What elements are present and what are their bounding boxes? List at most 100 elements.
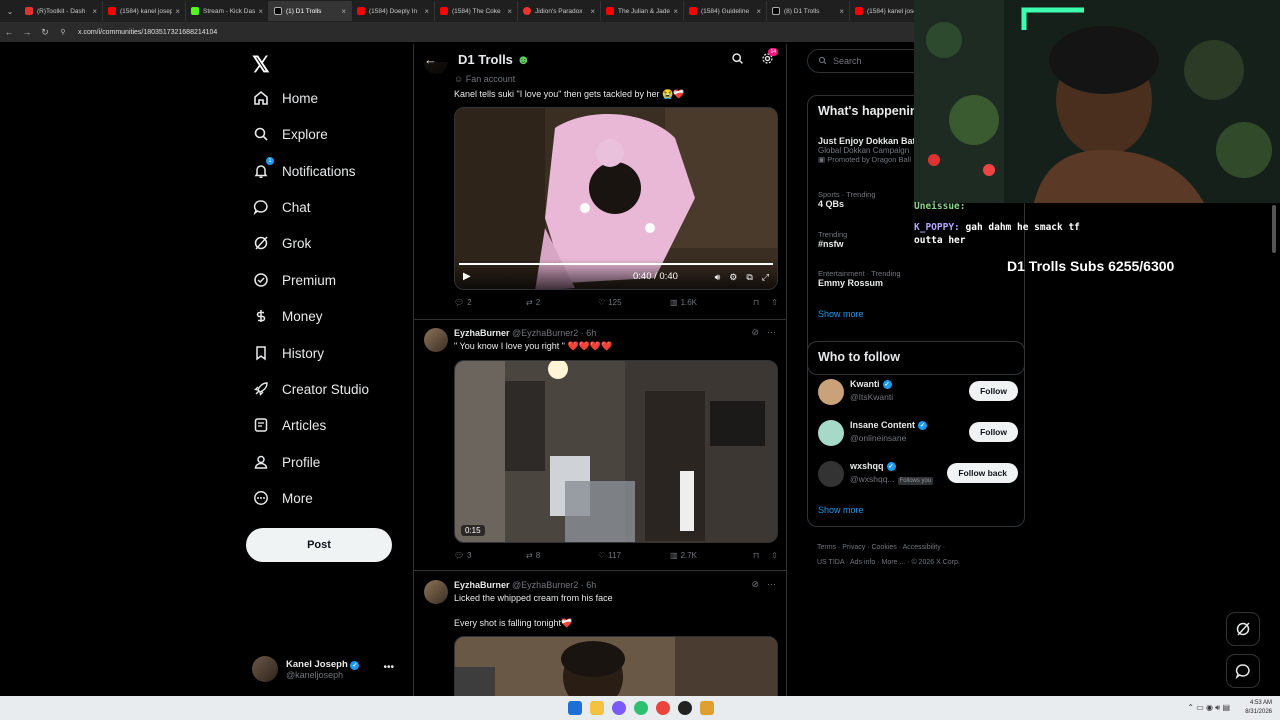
sidebar-item-history[interactable]: History [252, 338, 324, 368]
browser-tab[interactable]: Stream - Kick Das × [186, 1, 269, 21]
sidebar-item-home[interactable]: Home [252, 83, 318, 113]
windows-start-icon[interactable] [568, 701, 582, 715]
post-video[interactable]: ▶ 0:40 / 0:40 🔊︎ ⚙ ⧉ ⤢ [454, 107, 778, 290]
reply-button[interactable]: 💬︎ 2 [454, 298, 526, 307]
post-video[interactable] [454, 636, 778, 696]
footer-link[interactable]: Accessibility [903, 544, 941, 551]
more-options-icon[interactable]: ••• [383, 662, 394, 673]
footer-link[interactable]: Cookies [871, 544, 896, 551]
account-switcher[interactable]: Kanel Joseph ✓ @kaneljoseph ••• [252, 652, 402, 686]
post-button[interactable]: Post [246, 528, 392, 562]
app-icon[interactable] [700, 701, 714, 715]
bookmark-icon[interactable]: ⊓ [753, 298, 759, 307]
browser-tab[interactable]: (R)Toolkit - Dash × [20, 1, 103, 21]
back-icon[interactable]: ← [0, 27, 18, 37]
app-icon[interactable] [612, 701, 626, 715]
like-button[interactable]: ♡ 117 [598, 551, 670, 560]
chat-float-button[interactable] [1226, 654, 1260, 688]
close-icon[interactable]: × [424, 7, 429, 16]
post[interactable]: ☺ Fan account Kanel tells suki "I love y… [414, 44, 786, 324]
footer-link[interactable]: US TIDA [817, 559, 844, 566]
pip-icon[interactable]: ⧉ [746, 272, 752, 283]
video-progress-bar[interactable] [459, 263, 773, 265]
site-info-icon[interactable]: ⚲ [54, 28, 72, 36]
sidebar-item-chat[interactable]: Chat [252, 192, 311, 222]
back-arrow-icon[interactable]: ← [424, 52, 444, 67]
grok-icon[interactable]: ⊘ [751, 579, 759, 590]
more-options-icon[interactable]: ··· [767, 327, 776, 338]
file-explorer-icon[interactable] [590, 701, 604, 715]
repost-button[interactable]: ⇄ 8 [526, 551, 598, 560]
fullscreen-icon[interactable]: ⤢ [762, 272, 769, 283]
browser-tab[interactable]: The Julian & Jade × [601, 1, 684, 21]
reload-icon[interactable]: ↻ [36, 27, 54, 38]
like-button[interactable]: ♡ 125 [598, 298, 670, 307]
views-button[interactable]: ▥ 1.6K [670, 298, 748, 307]
volume-icon[interactable]: 🔊︎ [715, 272, 721, 283]
footer-link[interactable]: Ads info [850, 559, 875, 566]
bookmark-icon[interactable]: ⊓ [753, 551, 759, 560]
share-icon[interactable]: ⇧ [771, 551, 778, 560]
clock[interactable]: 4:53 AM 8/31/2026 [1245, 699, 1272, 717]
scrollbar[interactable] [1272, 205, 1276, 253]
post[interactable]: EyzhaBurner @EyzhaBurner2 · 6h ⊘ ··· Lick… [414, 572, 786, 696]
more-options-icon[interactable]: ··· [767, 579, 776, 590]
sidebar-item-grok[interactable]: Grok [252, 228, 311, 258]
footer-link[interactable]: More ... [881, 559, 905, 566]
close-icon[interactable]: × [839, 7, 844, 16]
browser-tab[interactable]: (1584) The Coke × [435, 1, 518, 21]
browser-tab[interactable]: (1584) Guideline × [684, 1, 767, 21]
post-video[interactable]: 0:15 [454, 360, 778, 543]
close-icon[interactable]: × [590, 7, 595, 16]
sidebar-item-creator-studio[interactable]: Creator Studio [252, 374, 369, 404]
obs-icon[interactable] [678, 701, 692, 715]
footer-link[interactable]: Privacy [842, 544, 865, 551]
chrome-icon[interactable] [656, 701, 670, 715]
follow-suggestion[interactable]: wxshqq ✓ @wxshqq... Follows you Follow bac… [818, 459, 1018, 489]
reply-button[interactable]: 💬︎ 3 [454, 551, 526, 560]
tab-menu-button[interactable]: ⌄ [0, 1, 20, 21]
post[interactable]: EyzhaBurner @EyzhaBurner2 · 6h ⊘ ··· " Yo… [414, 320, 786, 570]
sidebar-item-articles[interactable]: Articles [252, 410, 326, 440]
sidebar-item-notifications[interactable]: 1 Notifications [252, 156, 356, 186]
follow-back-button[interactable]: Follow back [947, 463, 1018, 483]
grok-float-button[interactable] [1226, 612, 1260, 646]
follow-button[interactable]: Follow [969, 422, 1018, 442]
browser-tab-active[interactable]: (1) D1 Trolls × [269, 1, 352, 21]
sidebar-item-more[interactable]: More [252, 483, 313, 513]
trend-item[interactable]: Entertainment · Trending Emmy Rossum [818, 269, 1018, 288]
sidebar-item-profile[interactable]: Profile [252, 447, 320, 477]
close-icon[interactable]: × [258, 7, 263, 16]
browser-tab[interactable]: (8) D1 Trolls × [767, 1, 850, 21]
search-icon[interactable] [731, 52, 744, 70]
repost-button[interactable]: ⇄ 2 [526, 298, 598, 307]
system-tray[interactable]: ⌃ ▭ ◉ 🔊︎ ▤ [1187, 703, 1230, 713]
views-button[interactable]: ▥ 2.7K [670, 551, 748, 560]
sidebar-item-explore[interactable]: Explore [252, 119, 328, 149]
forward-icon[interactable]: → [18, 27, 36, 37]
browser-tab[interactable]: (1584) kanel joseph × [103, 1, 186, 21]
close-icon[interactable]: × [92, 7, 97, 16]
follow-button[interactable]: Follow [969, 381, 1018, 401]
sidebar-item-money[interactable]: Money [252, 301, 323, 331]
close-icon[interactable]: × [175, 7, 180, 16]
follow-suggestion[interactable]: Insane Content ✓ @onlineinsane Follow [818, 418, 1018, 448]
close-icon[interactable]: × [673, 7, 678, 16]
sidebar-item-premium[interactable]: Premium [252, 265, 336, 295]
show-more-link[interactable]: Show more [818, 309, 864, 319]
close-icon[interactable]: × [756, 7, 761, 16]
browser-tab[interactable]: Jidion's Paradox × [518, 1, 601, 21]
browser-tab[interactable]: (1584) Doeply In × [352, 1, 435, 21]
url-field[interactable]: x.com/i/communities/1803517321688214104 [78, 29, 217, 36]
app-icon[interactable] [634, 701, 648, 715]
follow-suggestion[interactable]: Kwanti ✓ @ItsKwanti Follow [818, 377, 1018, 407]
grok-icon[interactable]: ⊘ [751, 327, 759, 338]
show-more-link[interactable]: Show more [818, 505, 864, 515]
settings-icon[interactable]: ⚙ [729, 272, 737, 283]
close-icon[interactable]: × [507, 7, 512, 16]
close-icon[interactable]: × [341, 7, 346, 16]
share-icon[interactable]: ⇧ [771, 298, 778, 307]
footer-link[interactable]: Terms [817, 544, 836, 551]
play-icon[interactable]: ▶ [463, 271, 471, 282]
x-logo-icon[interactable]: 𝕏 [252, 52, 270, 78]
